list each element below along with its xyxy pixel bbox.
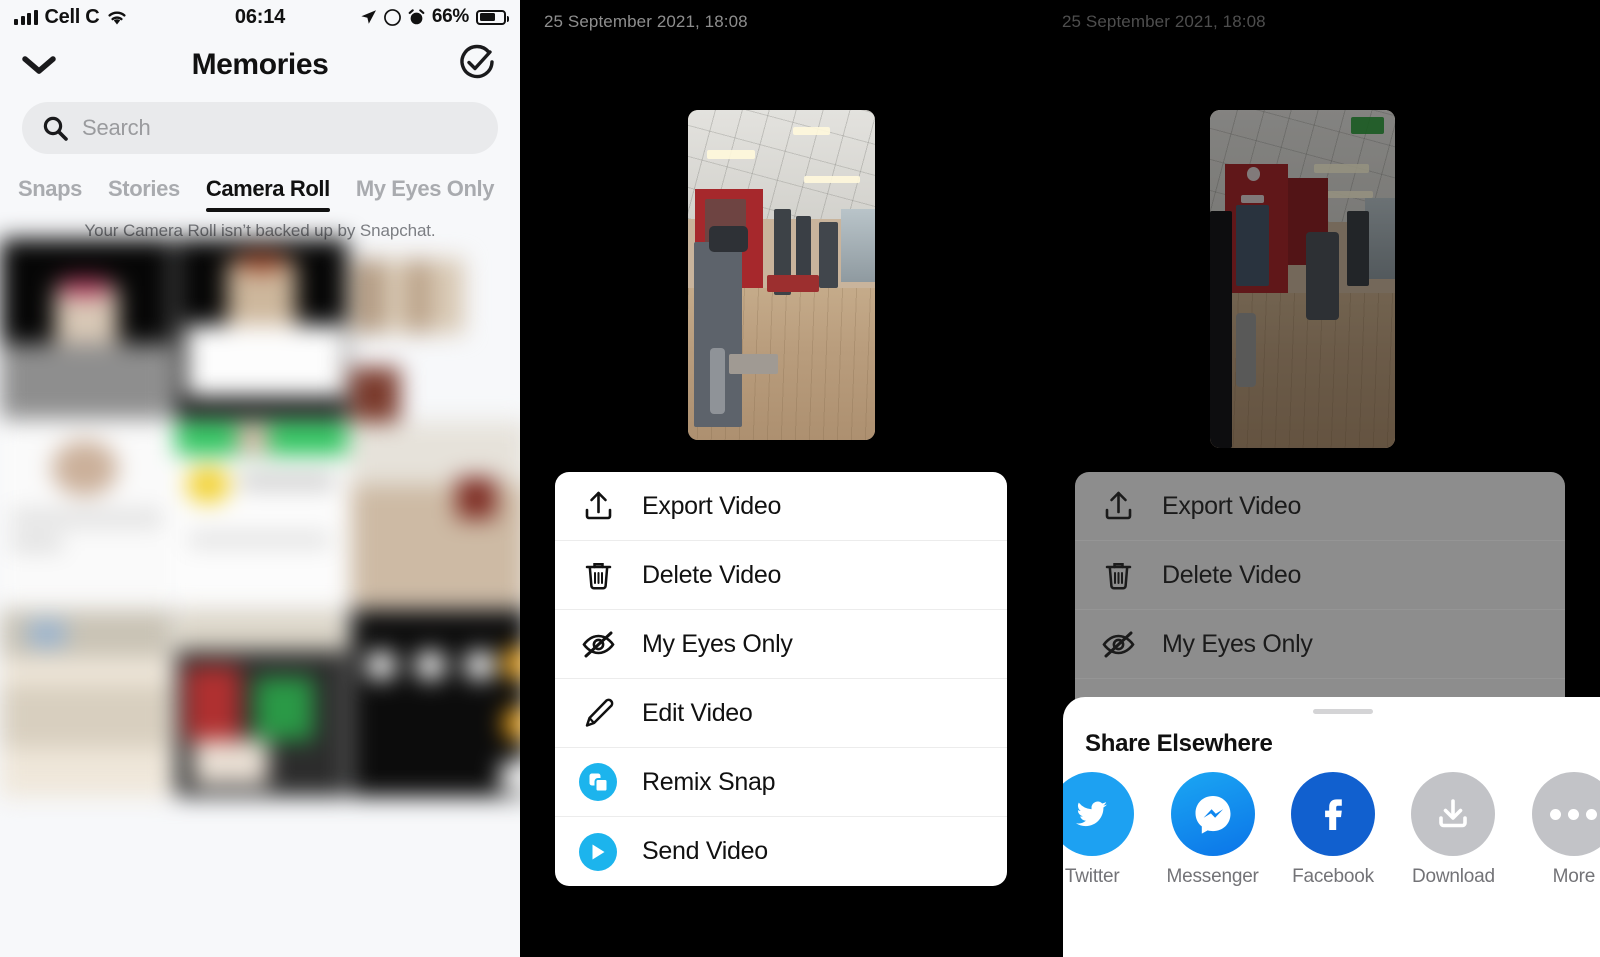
share-targets-row: Twitter Messenger Facebook Download More: [1063, 758, 1600, 888]
menu-item-edit-video[interactable]: Edit Video: [555, 679, 1007, 748]
facebook-f-icon: [1291, 772, 1376, 856]
video-preview-thumbnail[interactable]: [1210, 110, 1395, 448]
share-target-label: Twitter: [1064, 866, 1120, 887]
share-target-messenger[interactable]: Messenger: [1163, 772, 1261, 888]
grid-thumbnail[interactable]: [0, 238, 173, 419]
menu-item-my-eyes-only[interactable]: My Eyes Only: [1075, 610, 1565, 679]
grid-thumbnail[interactable]: [350, 421, 520, 608]
menu-item-send-video[interactable]: Send Video: [555, 817, 1007, 886]
grid-thumbnail[interactable]: [350, 367, 401, 427]
video-actions-menu[interactable]: Export Video Delete Video My Eyes Only E…: [555, 472, 1007, 886]
camera-roll-grid[interactable]: [0, 238, 520, 957]
menu-item-label: My Eyes Only: [642, 629, 793, 658]
memories-navbar: Memories: [0, 34, 520, 96]
memories-panel: Cell C 06:14 66% Memories Search Snaps S…: [0, 0, 520, 957]
location-arrow-icon: [361, 9, 376, 24]
search-icon: [43, 116, 68, 141]
menu-item-label: My Eyes Only: [1162, 629, 1313, 658]
battery-icon: [476, 9, 509, 25]
menu-item-delete-video[interactable]: Delete Video: [555, 541, 1007, 610]
signal-bars-icon: [14, 9, 38, 25]
grid-thumbnail[interactable]: [175, 609, 348, 797]
share-target-label: More: [1552, 866, 1596, 887]
share-target-download[interactable]: Download: [1404, 772, 1502, 888]
menu-item-export-video[interactable]: Export Video: [1075, 472, 1565, 541]
tab-camera-roll[interactable]: Camera Roll: [205, 176, 330, 212]
alarm-clock-icon: [408, 8, 425, 24]
status-bar-left: Cell C: [14, 6, 128, 29]
search-bar[interactable]: Search: [22, 102, 498, 154]
menu-item-label: Export Video: [642, 491, 782, 520]
check-circle-icon[interactable]: [456, 42, 498, 84]
grid-thumbnail[interactable]: [175, 238, 348, 419]
snap-timestamp: 25 September 2021, 18:08: [544, 12, 748, 31]
grid-thumbnail[interactable]: [0, 421, 173, 608]
share-target-label: Facebook: [1292, 866, 1374, 887]
battery-percent-label: 66%: [431, 6, 469, 27]
share-target-label: Messenger: [1166, 866, 1259, 887]
share-target-facebook[interactable]: Facebook: [1284, 772, 1382, 888]
eye-slash-icon: [1099, 630, 1137, 659]
status-bar-right: 66%: [360, 6, 509, 28]
page-title: Memories: [191, 48, 329, 81]
gym-scene-image: [688, 110, 875, 440]
grid-thumbnail[interactable]: [0, 609, 173, 797]
menu-item-label: Send Video: [642, 837, 768, 865]
share-elsewhere-sheet[interactable]: Share Elsewhere Twitter Messenger Facebo…: [1063, 697, 1600, 957]
trash-icon: [1099, 559, 1137, 592]
export-upload-icon: [579, 490, 617, 523]
remix-copy-icon: [579, 763, 617, 801]
export-upload-icon: [1099, 490, 1137, 523]
menu-item-label: Delete Video: [1162, 560, 1302, 589]
search-input[interactable]: Search: [82, 115, 151, 141]
share-sheet-title: Share Elsewhere: [1085, 730, 1273, 757]
memories-tabs: Snaps Stories Camera Roll My Eyes Only: [0, 154, 520, 212]
photo-dim-overlay: [1210, 110, 1395, 448]
tab-stories[interactable]: Stories: [108, 176, 180, 212]
menu-item-label: Remix Snap: [642, 767, 776, 796]
grid-thumbnail[interactable]: [350, 259, 464, 334]
select-all-button[interactable]: [456, 42, 498, 89]
status-bar: Cell C 06:14 66%: [0, 0, 520, 34]
menu-item-delete-video[interactable]: Delete Video: [1075, 541, 1565, 610]
do-not-disturb-icon: [383, 8, 401, 26]
share-target-label: Download: [1411, 866, 1495, 887]
menu-item-export-video[interactable]: Export Video: [555, 472, 1007, 541]
share-target-more[interactable]: More: [1525, 772, 1600, 888]
menu-item-label: Edit Video: [642, 698, 753, 727]
video-preview-thumbnail[interactable]: [688, 110, 875, 440]
video-detail-panel: 25 September 2021, 18:08 Export Video De…: [522, 0, 1022, 957]
eye-slash-icon: [579, 630, 617, 659]
menu-item-my-eyes-only[interactable]: My Eyes Only: [555, 610, 1007, 679]
pencil-icon: [579, 697, 617, 729]
messenger-bolt-icon: [1170, 772, 1255, 856]
carrier-label: Cell C: [44, 5, 100, 28]
ellipsis-icon: [1531, 772, 1600, 856]
menu-item-label: Export Video: [1162, 491, 1302, 520]
tab-my-eyes-only[interactable]: My Eyes Only: [356, 176, 495, 212]
download-arrow-icon: [1411, 772, 1496, 856]
tab-snaps[interactable]: Snaps: [18, 176, 82, 212]
menu-item-remix-snap[interactable]: Remix Snap: [555, 748, 1007, 817]
wifi-icon: [108, 11, 126, 24]
share-target-twitter[interactable]: Twitter: [1063, 772, 1141, 888]
twitter-bird-icon: [1063, 772, 1135, 856]
share-sheet-panel: 25 September 2021, 18:08 Export Video De…: [1040, 0, 1600, 957]
menu-item-label: Delete Video: [642, 560, 782, 589]
screenshot-stage: Cell C 06:14 66% Memories Search Snaps S…: [0, 0, 1600, 957]
snap-timestamp: 25 September 2021, 18:08: [1062, 12, 1266, 31]
grid-thumbnail[interactable]: [175, 421, 348, 608]
send-arrow-icon: [579, 832, 617, 871]
trash-icon: [579, 559, 617, 592]
grid-thumbnail[interactable]: [350, 609, 520, 797]
